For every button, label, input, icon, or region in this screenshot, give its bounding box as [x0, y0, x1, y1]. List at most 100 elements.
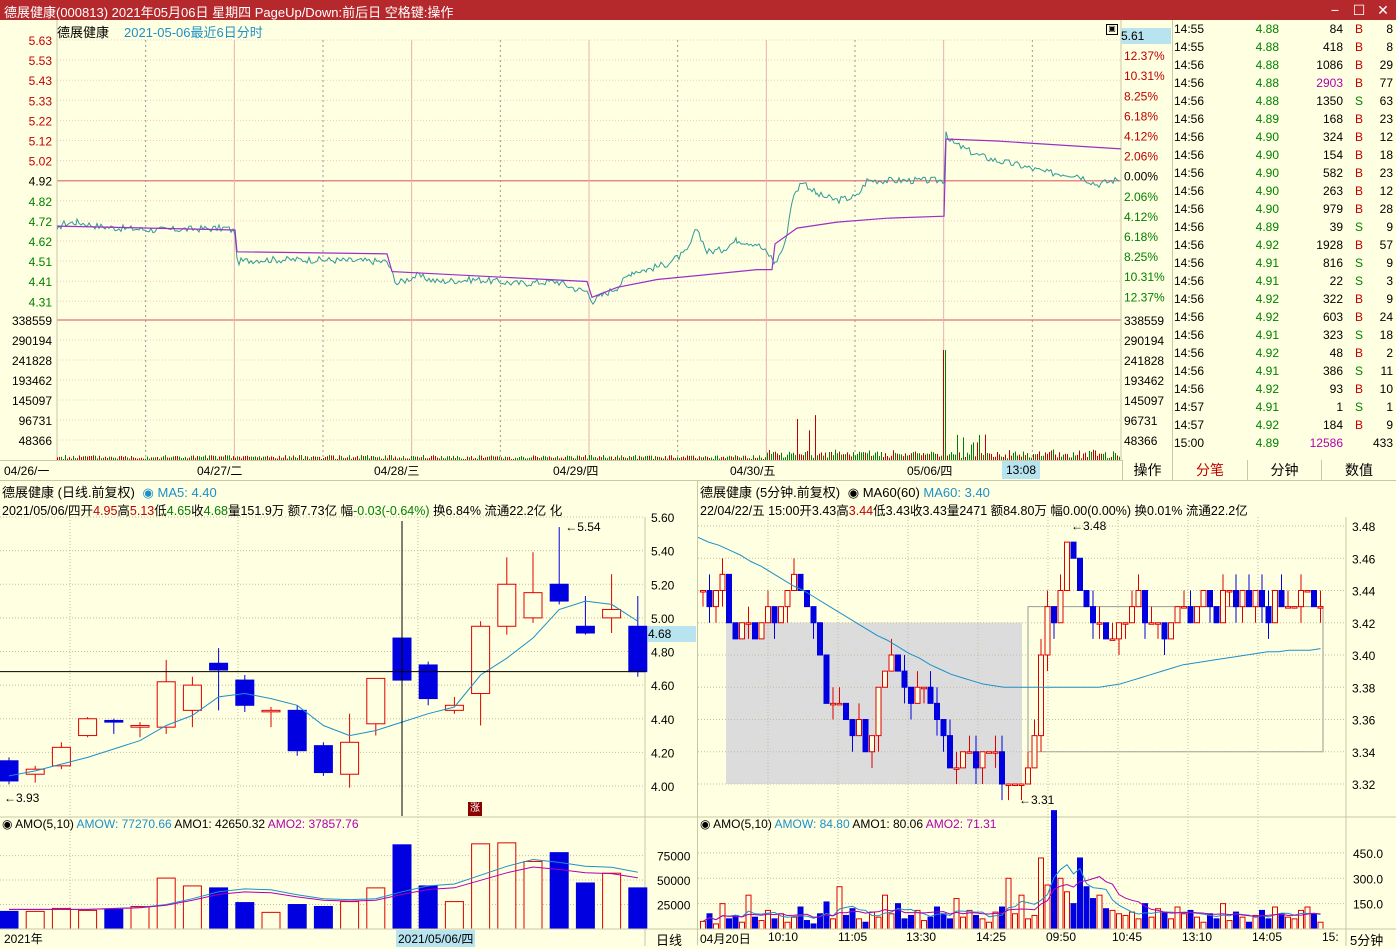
volume-bar [973, 442, 974, 460]
price-tick: 3.36 [1352, 714, 1376, 728]
volume-bar [861, 452, 862, 460]
tab-operate[interactable]: 操作 [1122, 460, 1172, 480]
amo-bar [888, 913, 895, 930]
amo-bar [882, 894, 888, 930]
amo-bar [700, 920, 706, 930]
daily-panel[interactable]: 5.60 5.40 5.20 5.00 4.80 4.60 4.40 4.20 4.00 ←5.5… [0, 480, 698, 948]
trade-price: 4.92 [1255, 418, 1279, 432]
volume-bar [963, 437, 964, 460]
tab-data[interactable]: 数值 [1321, 460, 1396, 480]
price-tick: 5.63 [29, 34, 53, 48]
candle [960, 751, 966, 769]
candle [979, 751, 986, 769]
price-tick: 5.22 [29, 114, 53, 128]
trade-time: 14:55 [1174, 40, 1205, 54]
candle [1129, 606, 1135, 624]
candle [817, 622, 823, 656]
tab-minute[interactable]: 分钟 [1247, 460, 1321, 480]
pct-tick: 8.25% [1124, 89, 1158, 103]
close-button[interactable]: ✕ [1370, 0, 1396, 20]
period-daily[interactable]: 日线 [656, 930, 682, 949]
amo-bar [927, 916, 934, 930]
amo-bar [771, 918, 778, 930]
trade-side: B [1355, 310, 1364, 324]
volume-bar [1013, 452, 1014, 460]
vol-tick: 290194 [1124, 334, 1164, 348]
volume-bar [1051, 450, 1052, 460]
price-tick: 5.12 [29, 135, 53, 149]
maximize-button[interactable]: ☐ [1346, 0, 1372, 20]
expand-icon[interactable]: ▣ [1106, 24, 1118, 35]
volume-bar [773, 452, 774, 460]
time-label: 04月20日 [700, 932, 751, 946]
trade-time: 14:56 [1174, 130, 1205, 144]
tab-ticks[interactable]: 分笔 [1172, 460, 1247, 480]
time-label: 11:05 [838, 930, 868, 944]
candle [1038, 654, 1044, 737]
daily-chart[interactable]: 5.60 5.40 5.20 5.00 4.80 4.60 4.40 4.20 4.00 ←5.5… [0, 481, 697, 946]
daily-header: 德展健康 (日线.前复权) ◉ MA5: 4.40 [2, 482, 217, 501]
amo-bar [1317, 921, 1324, 930]
close-label: 收 [191, 504, 204, 518]
amo-bar [497, 842, 517, 930]
amo-bar [804, 920, 810, 930]
trade-price: 4.88 [1255, 58, 1279, 72]
minute-panel[interactable]: 3.48 3.46 3.44 3.42 3.40 3.38 3.36 3.34 3.32 ←3.4… [698, 480, 1396, 948]
minimize-button[interactable]: − [1322, 0, 1348, 20]
volume-bar [831, 451, 832, 460]
volume-bar [959, 452, 960, 460]
price-tick: 3.32 [1352, 778, 1376, 792]
price-tick: 4.92 [29, 175, 53, 189]
candle [209, 662, 229, 671]
candle [1298, 590, 1304, 608]
amo-bar [1031, 914, 1038, 930]
volume-bar [967, 452, 968, 460]
candle [973, 751, 979, 769]
price-cursor-box: 5.61 [1121, 28, 1171, 44]
trade-price: 4.91 [1255, 256, 1279, 270]
amo-bar [1103, 908, 1109, 930]
trade-count: 8 [1386, 22, 1393, 36]
candle [1116, 622, 1122, 640]
trade-volume: 154 [1322, 148, 1343, 162]
candle [1077, 557, 1083, 591]
pct-tick: 2.06% [1124, 190, 1158, 204]
stock-name: 德展健康 [57, 25, 110, 40]
intraday-panel[interactable]: 5.63 5.53 5.43 5.33 5.22 5.12 5.02 4.92 4.82 4.72… [0, 20, 1172, 460]
minute-chart[interactable]: 3.48 3.46 3.44 3.42 3.40 3.38 3.36 3.34 3.32 ←3.4… [698, 481, 1396, 946]
amo-bar [575, 882, 595, 930]
settings-icon[interactable]: ◉ [2, 817, 12, 831]
volume-bar [943, 350, 944, 460]
amo-bar [1109, 909, 1116, 930]
ma-icon[interactable]: ◉ [143, 485, 154, 500]
price-tick: 4.20 [651, 746, 675, 760]
trade-volume: 1928 [1316, 238, 1343, 252]
candle [1239, 590, 1246, 608]
limit-up-badge[interactable]: 涨 [468, 802, 482, 816]
candle [758, 622, 765, 640]
intraday-chart[interactable]: 5.63 5.53 5.43 5.33 5.22 5.12 5.02 4.92 4.82 4.72… [0, 20, 1172, 460]
period-5min[interactable]: 5分钟 [1350, 930, 1383, 949]
vol-tick: 290194 [12, 334, 52, 348]
candle [1265, 606, 1272, 624]
trade-list[interactable]: 14:55 4.88 84 B 8 14:55 4.88 418 B 8 14:56 4.88 1086… [1172, 20, 1396, 460]
volume-bar [877, 451, 878, 460]
close-label: 收 [909, 504, 923, 518]
ma-icon[interactable]: ◉ [848, 485, 859, 500]
trade-row: 14:56 4.92 1928 B 57 [1173, 236, 1396, 254]
date-label: 04/28/三 [374, 464, 420, 478]
amo-bar [739, 921, 745, 930]
amo-bar [901, 918, 908, 930]
time-label: 14:05 [1252, 930, 1283, 944]
volume-bar [915, 451, 916, 460]
trade-side: B [1355, 238, 1364, 252]
settings-icon[interactable]: ◉ [700, 817, 710, 831]
time-label: 13:30 [906, 930, 937, 944]
trade-row: 14:56 4.88 1086 B 29 [1173, 56, 1396, 74]
trade-side: B [1355, 112, 1364, 126]
trade-price: 4.91 [1255, 274, 1279, 288]
trade-side: B [1355, 130, 1364, 144]
amo-bar [313, 905, 333, 930]
window-title: 德展健康(000813) 2021年05月06日 星期四 PageUp/Down… [4, 5, 454, 20]
amo-bar [1194, 916, 1200, 930]
